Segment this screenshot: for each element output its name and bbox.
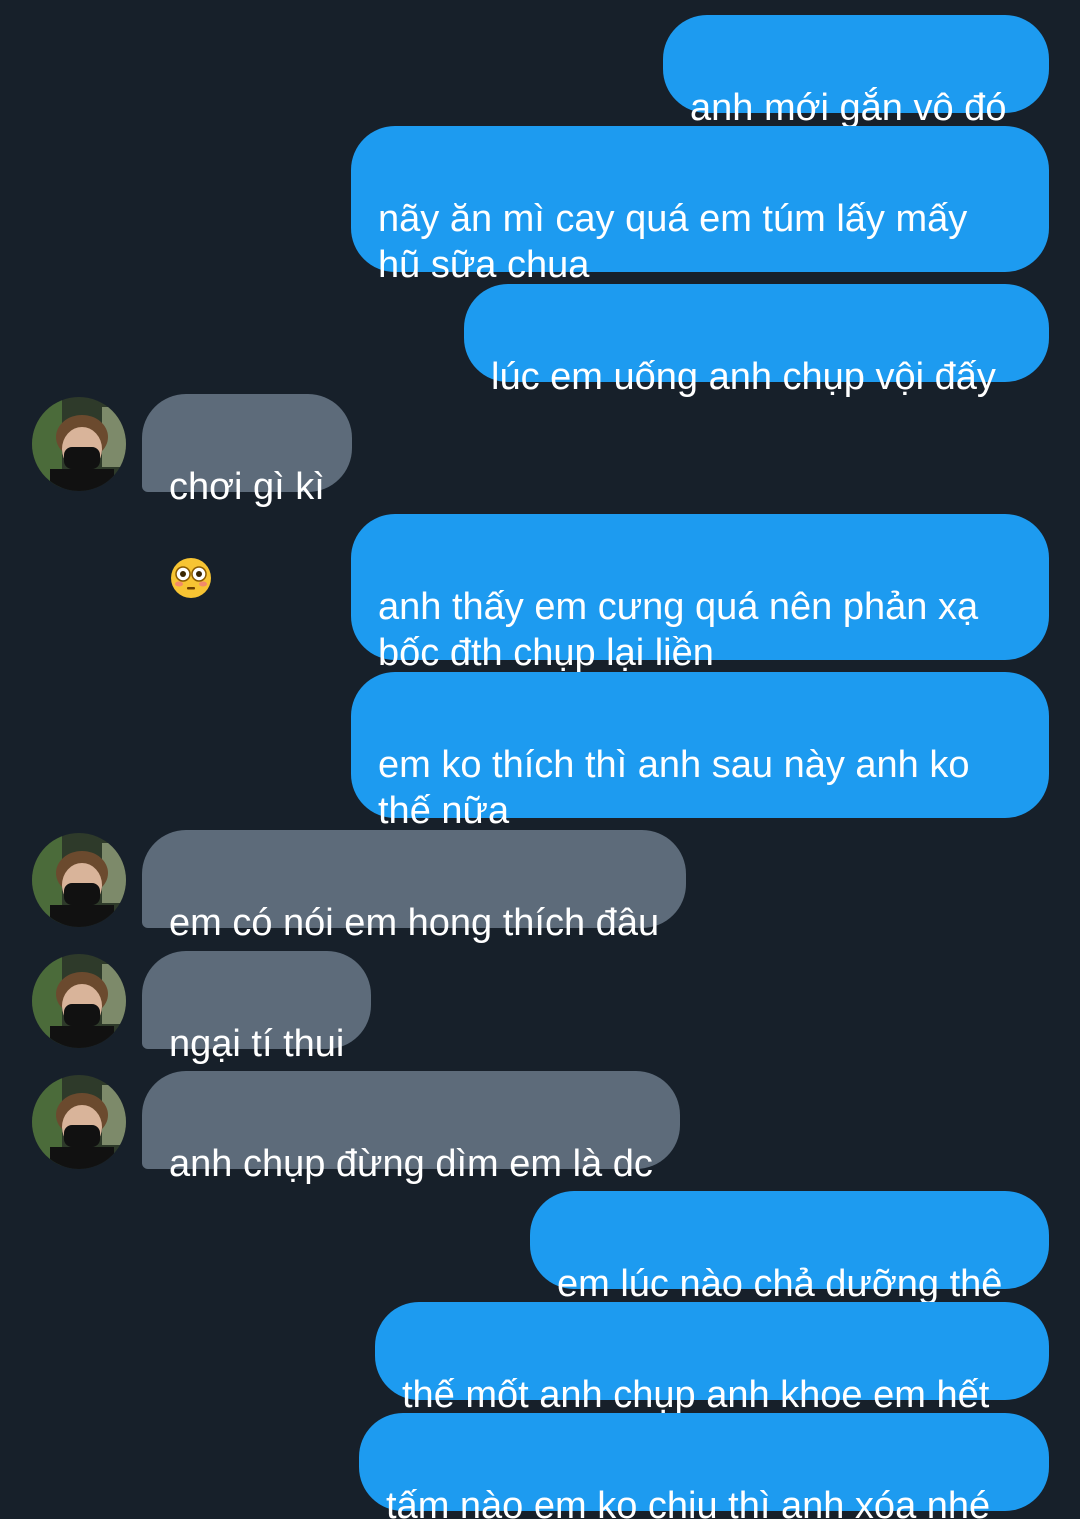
message-bubble-sent[interactable]: anh mới gắn vô đó <box>663 15 1049 129</box>
message-bubble-sent[interactable]: em ko thích thì anh sau này anh ko thế n… <box>351 672 1049 922</box>
message-text: anh thấy em cưng quá nên phản xạ bốc đth… <box>378 586 979 674</box>
message-bubble-sent[interactable]: thế mốt anh chụp anh khoe em hết <box>375 1302 1049 1416</box>
avatar[interactable] <box>32 397 126 491</box>
message-bubble-sent[interactable]: tấm nào em ko chịu thì anh xóa nhé <box>359 1413 1049 1519</box>
avatar[interactable] <box>32 954 126 1048</box>
flushed-face-emoji <box>169 510 213 611</box>
message-text: nãy ăn mì cay quá em túm lấy mấy hũ sữa … <box>378 198 968 286</box>
message-text: tấm nào em ko chịu thì anh xóa nhé <box>386 1485 991 1519</box>
message-text: thế mốt anh chụp anh khoe em hết <box>402 1374 990 1416</box>
avatar[interactable] <box>32 833 126 927</box>
message-bubble-sent[interactable]: nãy ăn mì cay quá em túm lấy mấy hũ sữa … <box>351 126 1049 286</box>
message-text: anh chụp đừng dìm em là dc <box>169 1143 653 1185</box>
message-bubble-sent[interactable]: em lúc nào chả dưỡng thê <box>530 1191 1049 1305</box>
message-text: anh mới gắn vô đó <box>690 87 1007 129</box>
message-bubble-received[interactable]: anh chụp đừng dìm em là dc <box>142 1071 680 1185</box>
message-text: em lúc nào chả dưỡng thê <box>557 1263 1003 1305</box>
message-bubble-sent[interactable]: anh thấy em cưng quá nên phản xạ bốc đth… <box>351 514 1049 674</box>
message-bubble-received[interactable]: chơi gì kì <box>142 394 352 598</box>
message-text: em ko thích thì anh sau này anh ko thế n… <box>378 744 970 832</box>
message-bubble-received[interactable]: ngại tí thui <box>142 951 372 1065</box>
message-text: chơi gì kì <box>169 466 325 508</box>
message-bubble-sent[interactable]: lúc em uống anh chụp vội đấy <box>464 284 1049 398</box>
message-text: em có nói em hong thích đâu <box>169 902 660 944</box>
message-bubble-received[interactable]: em có nói em hong thích đâu <box>142 830 687 1033</box>
avatar[interactable] <box>32 1075 126 1169</box>
message-text: ngại tí thui <box>169 1023 345 1065</box>
message-text: lúc em uống anh chụp vội đấy <box>491 356 996 398</box>
